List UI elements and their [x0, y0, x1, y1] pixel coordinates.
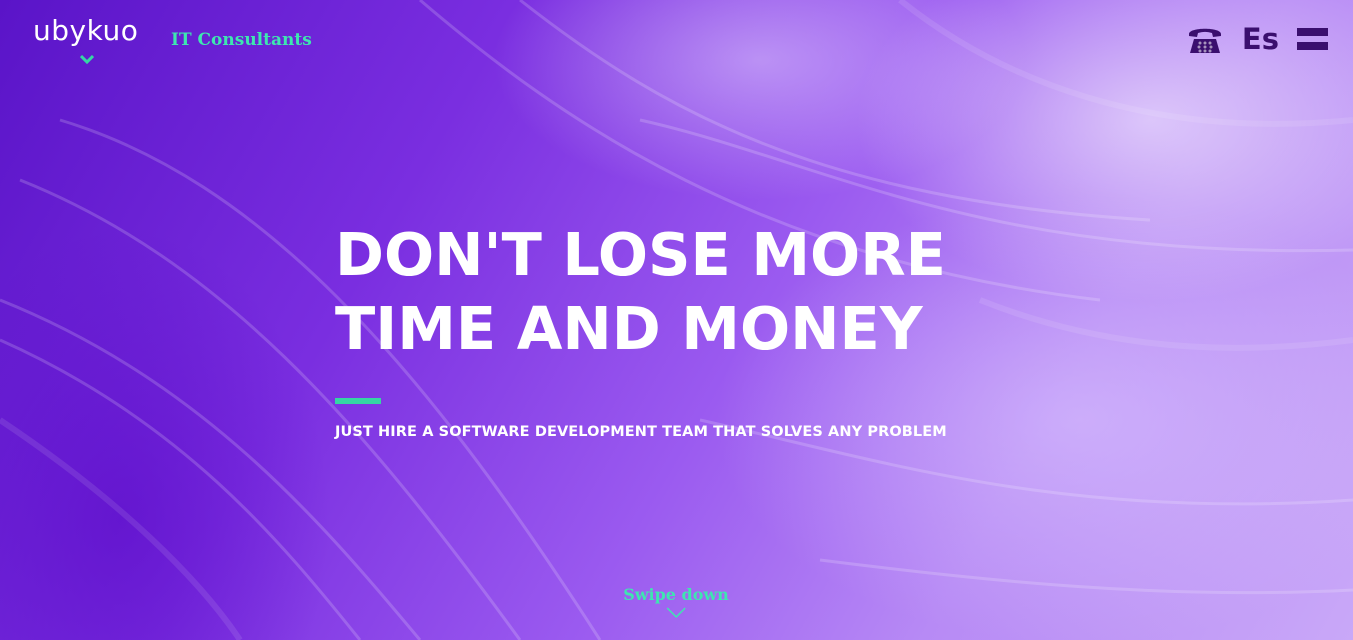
accent-divider: [335, 398, 381, 404]
logo[interactable]: ubykuo: [33, 14, 138, 47]
chevron-down-icon: [666, 607, 686, 619]
headline-line-2: TIME AND MONEY: [335, 294, 923, 363]
hero-section: ubykuo IT Consultants Es DON'T LOSE MORE…: [0, 0, 1353, 640]
chevron-down-icon: [80, 55, 94, 65]
phone-icon[interactable]: [1186, 22, 1224, 56]
swipe-down-label: Swipe down: [623, 585, 729, 604]
hero-subheadline: JUST HIRE A SOFTWARE DEVELOPMENT TEAM TH…: [335, 424, 947, 440]
hero-headline: DON'T LOSE MORE TIME AND MONEY: [335, 218, 946, 366]
headline-line-1: DON'T LOSE MORE: [335, 220, 946, 289]
tagline: IT Consultants: [171, 30, 312, 50]
language-switch[interactable]: Es: [1242, 24, 1279, 54]
swipe-down-link[interactable]: Swipe down: [623, 585, 729, 619]
header-actions: Es: [1186, 22, 1328, 56]
menu-bar: [1297, 42, 1328, 50]
menu-bar: [1297, 28, 1328, 36]
hamburger-menu-icon[interactable]: [1297, 28, 1328, 50]
